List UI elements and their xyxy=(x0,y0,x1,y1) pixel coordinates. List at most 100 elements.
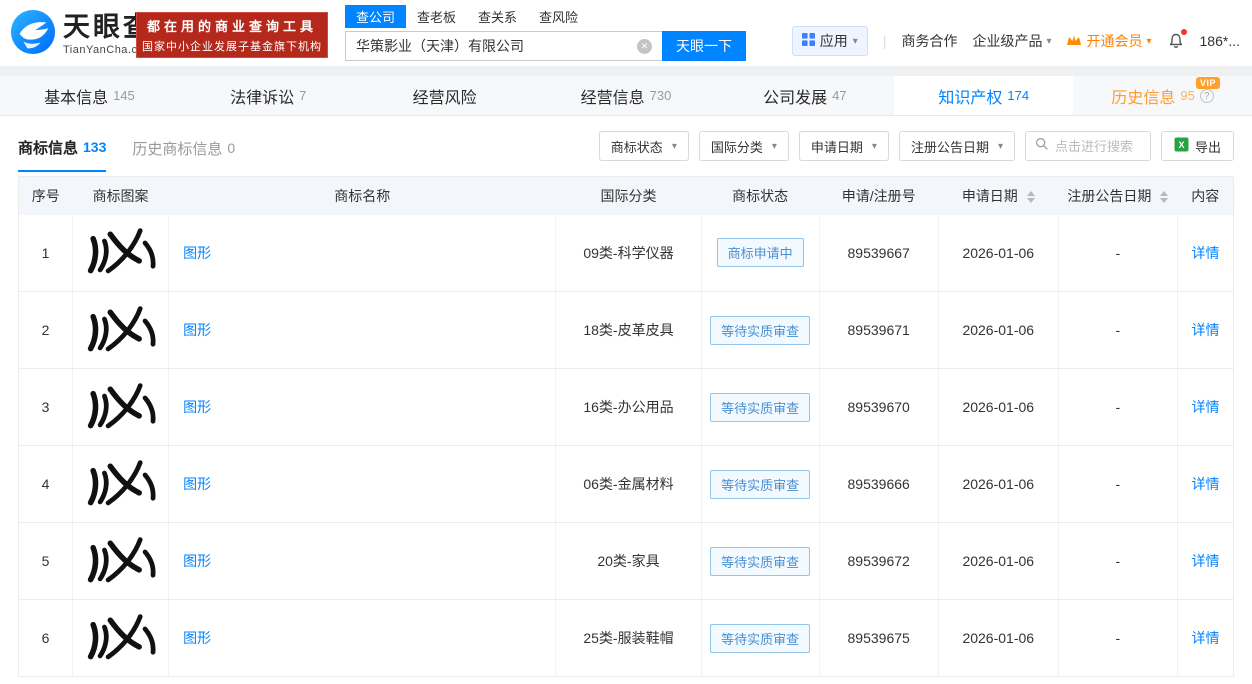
notification-dot xyxy=(1180,29,1187,35)
filter-international-class[interactable]: 国际分类 ▾ xyxy=(698,131,789,161)
cell-regno: 89539671 xyxy=(819,291,939,369)
open-vip-menu[interactable]: 开通会员 ▾ xyxy=(1066,31,1152,51)
trademark-image[interactable] xyxy=(81,299,161,358)
col-header-pub-date[interactable]: 注册公告日期 xyxy=(1058,176,1178,215)
cell-class: 18类-皮革皮具 xyxy=(555,291,702,369)
col-header-image: 商标图案 xyxy=(72,176,169,215)
subtab-trademark-info[interactable]: 商标信息 133 xyxy=(18,121,107,172)
trademark-name-link[interactable]: 图形 xyxy=(183,245,211,261)
cell-apply-date: 2026-01-06 xyxy=(938,522,1059,600)
cell-class: 09类-科学仪器 xyxy=(555,214,702,292)
svg-text:X: X xyxy=(1178,140,1184,150)
filter-apply-date[interactable]: 申请日期 ▾ xyxy=(798,131,889,161)
status-badge: 等待实质审查 xyxy=(710,315,811,345)
trademark-image[interactable] xyxy=(81,453,161,512)
cell-pub-date: - xyxy=(1058,599,1178,677)
search-icon xyxy=(1035,137,1049,156)
col-header-no: 序号 xyxy=(18,176,73,215)
company-search-input[interactable] xyxy=(345,31,662,61)
trademark-name-link[interactable]: 图形 xyxy=(183,399,211,415)
chevron-down-icon: ▾ xyxy=(871,140,877,152)
trademark-image[interactable] xyxy=(81,530,161,589)
help-icon[interactable]: ? xyxy=(1199,88,1214,103)
filter-trademark-status[interactable]: 商标状态 ▾ xyxy=(598,131,689,161)
promo-banner: 都在用的商业查询工具 国家中小企业发展子基金旗下机构 xyxy=(136,12,328,58)
top-header: 天眼查 TianYanCha.com 都在用的商业查询工具 国家中小企业发展子基… xyxy=(0,0,1252,66)
chevron-down-icon: ▾ xyxy=(1146,35,1152,47)
grid-icon xyxy=(801,33,815,49)
table-row: 4 图形 06类-金属材料 等待实质审查 89539666 2026-01-06… xyxy=(18,445,1234,523)
trademark-image[interactable] xyxy=(81,222,161,281)
tab-basic-info[interactable]: 基本信息 145 xyxy=(0,76,179,115)
notification-bell-icon[interactable] xyxy=(1167,29,1187,50)
cell-pub-date: - xyxy=(1058,214,1178,292)
col-header-apply-date[interactable]: 申请日期 xyxy=(938,176,1059,215)
cell-regno: 89539667 xyxy=(819,214,939,292)
tab-operation-info[interactable]: 经营信息 730 xyxy=(537,76,716,115)
vip-badge: VIP xyxy=(1196,77,1221,89)
cell-class: 25类-服装鞋帽 xyxy=(555,599,702,677)
search-tab-company[interactable]: 查公司 xyxy=(345,5,407,28)
detail-link[interactable]: 详情 xyxy=(1191,630,1219,646)
tab-operation-risk[interactable]: 经营风险 xyxy=(358,76,537,115)
detail-link[interactable]: 详情 xyxy=(1191,553,1219,569)
trademark-image[interactable] xyxy=(81,376,161,435)
table-row: 2 图形 18类-皮革皮具 等待实质审查 89539671 2026-01-06… xyxy=(18,291,1234,369)
status-badge: 等待实质审查 xyxy=(710,546,811,576)
chevron-down-icon: ▾ xyxy=(852,35,858,47)
table-header-row: 序号 商标图案 商标名称 国际分类 商标状态 申请/注册号 申请日期 注册公告日… xyxy=(18,176,1234,215)
trademark-table: 序号 商标图案 商标名称 国际分类 商标状态 申请/注册号 申请日期 注册公告日… xyxy=(18,176,1234,677)
cell-pub-date: - xyxy=(1058,368,1178,446)
table-row: 6 图形 25类-服装鞋帽 等待实质审查 89539675 2026-01-06… xyxy=(18,599,1234,677)
tab-history-info[interactable]: VIP 历史信息 95 ? xyxy=(1073,76,1252,115)
trademark-name-link[interactable]: 图形 xyxy=(183,476,211,492)
apps-menu[interactable]: 应用 ▾ xyxy=(791,26,868,56)
business-cooperation-link[interactable]: 商务合作 xyxy=(901,31,957,51)
sort-icon[interactable] xyxy=(1160,191,1169,204)
trademark-image[interactable] xyxy=(81,607,161,666)
tab-intellectual-property[interactable]: 知识产权 174 xyxy=(894,76,1074,115)
table-row: 3 图形 16类-办公用品 等待实质审查 89539670 2026-01-06… xyxy=(18,368,1234,446)
cell-class: 06类-金属材料 xyxy=(555,445,702,523)
detail-link[interactable]: 详情 xyxy=(1191,476,1219,492)
cell-no: 1 xyxy=(18,214,74,292)
cell-apply-date: 2026-01-06 xyxy=(938,291,1059,369)
cell-apply-date: 2026-01-06 xyxy=(938,368,1059,446)
trademark-name-link[interactable]: 图形 xyxy=(183,630,211,646)
sort-icon[interactable] xyxy=(1026,191,1035,204)
table-search-box[interactable] xyxy=(1024,131,1151,161)
cell-apply-date: 2026-01-06 xyxy=(938,445,1059,523)
col-header-content: 内容 xyxy=(1177,176,1234,215)
cell-no: 3 xyxy=(18,368,74,446)
tab-company-development[interactable]: 公司发展 47 xyxy=(715,76,894,115)
detail-link[interactable]: 详情 xyxy=(1191,322,1219,338)
enterprise-product-menu[interactable]: 企业级产品 ▾ xyxy=(972,31,1051,51)
detail-link[interactable]: 详情 xyxy=(1191,399,1219,415)
table-search-input[interactable] xyxy=(1054,138,1141,154)
status-badge: 等待实质审查 xyxy=(710,469,811,499)
search-tab-relation[interactable]: 查关系 xyxy=(467,5,528,28)
tianyancha-logo[interactable]: 天眼查 TianYanCha.com xyxy=(10,9,154,60)
trademark-name-link[interactable]: 图形 xyxy=(183,322,211,338)
logo-icon xyxy=(10,9,56,60)
col-header-name: 商标名称 xyxy=(168,176,556,215)
table-row: 1 图形 09类-科学仪器 商标申请中 89539667 2026-01-06 … xyxy=(18,214,1234,292)
search-tab-risk[interactable]: 查风险 xyxy=(528,5,589,28)
search-area: 查公司 查老板 查关系 查风险 ✕ 天眼一下 xyxy=(345,5,746,61)
trademark-name-link[interactable]: 图形 xyxy=(183,553,211,569)
cell-regno: 89539672 xyxy=(819,522,939,600)
detail-link[interactable]: 详情 xyxy=(1191,245,1219,261)
subtab-history-trademark-info[interactable]: 历史商标信息 0 xyxy=(132,122,235,171)
tab-legal-proceedings[interactable]: 法律诉讼 7 xyxy=(179,76,358,115)
search-button[interactable]: 天眼一下 xyxy=(662,31,746,61)
company-nav-tabs: 基本信息 145 法律诉讼 7 经营风险 经营信息 730 公司发展 47 知识… xyxy=(0,76,1252,116)
export-button[interactable]: X 导出 xyxy=(1160,131,1234,161)
trademark-sub-tabs: 商标信息 133 历史商标信息 0 xyxy=(18,121,235,172)
clear-icon[interactable]: ✕ xyxy=(637,39,652,54)
search-tab-boss[interactable]: 查老板 xyxy=(406,5,467,28)
header-right-menu: 应用 ▾ | 商务合作 企业级产品 ▾ 开通会员 ▾ 186*... xyxy=(791,26,1240,56)
cell-regno: 89539675 xyxy=(819,599,939,677)
user-account[interactable]: 186*... xyxy=(1200,33,1240,49)
cell-pub-date: - xyxy=(1058,291,1178,369)
filter-publication-date[interactable]: 注册公告日期 ▾ xyxy=(898,131,1015,161)
